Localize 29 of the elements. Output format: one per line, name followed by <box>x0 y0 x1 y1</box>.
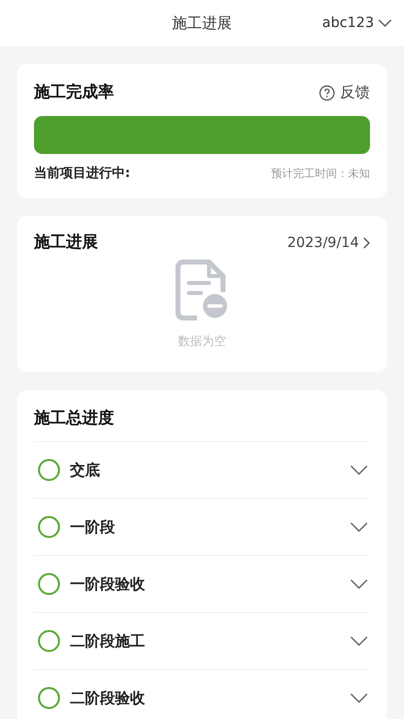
card-title: 施工总进度 <box>34 408 114 427</box>
help-icon <box>319 84 335 100</box>
chevron-right-icon <box>363 236 370 248</box>
stage-row[interactable]: 交底 <box>34 441 370 498</box>
chevron-icon[interactable] <box>350 692 368 704</box>
stage-row[interactable]: 一阶段验收 <box>34 555 370 612</box>
chevron-icon[interactable] <box>350 464 368 476</box>
chevron-icon[interactable] <box>350 636 368 646</box>
stage-label: 一阶段 <box>70 518 116 536</box>
caret-icon <box>378 18 392 28</box>
stage-label: 交底 <box>70 460 101 480</box>
stage-row[interactable]: 二阶段施工 <box>34 612 370 669</box>
stage-label: 一阶段验收 <box>70 574 146 594</box>
card-title: 施工进展 <box>34 232 98 253</box>
card-title: 施工完成率 <box>34 82 114 103</box>
chevron-icon[interactable] <box>350 578 368 590</box>
page-title: 施工进展 <box>172 14 232 32</box>
stage-label: 二阶段验收 <box>70 688 146 708</box>
empty-document-icon <box>175 259 229 321</box>
date-picker[interactable]: 2023/9/14 <box>287 234 370 250</box>
stage-label: 二阶段施工 <box>70 632 146 650</box>
stage-row[interactable]: 一阶段 <box>34 498 370 555</box>
chevron-icon[interactable] <box>350 522 368 532</box>
empty-state-text: 数据为空 <box>178 333 226 350</box>
stage-row[interactable]: 二阶段验收 <box>34 669 370 719</box>
account-dropdown[interactable]: abc123 <box>322 0 392 46</box>
estimate-text: 预计完工时间：未知 <box>271 166 370 180</box>
status-text: 当前项目进行中: <box>34 165 130 182</box>
feedback-button[interactable]: 反馈 <box>319 83 370 102</box>
